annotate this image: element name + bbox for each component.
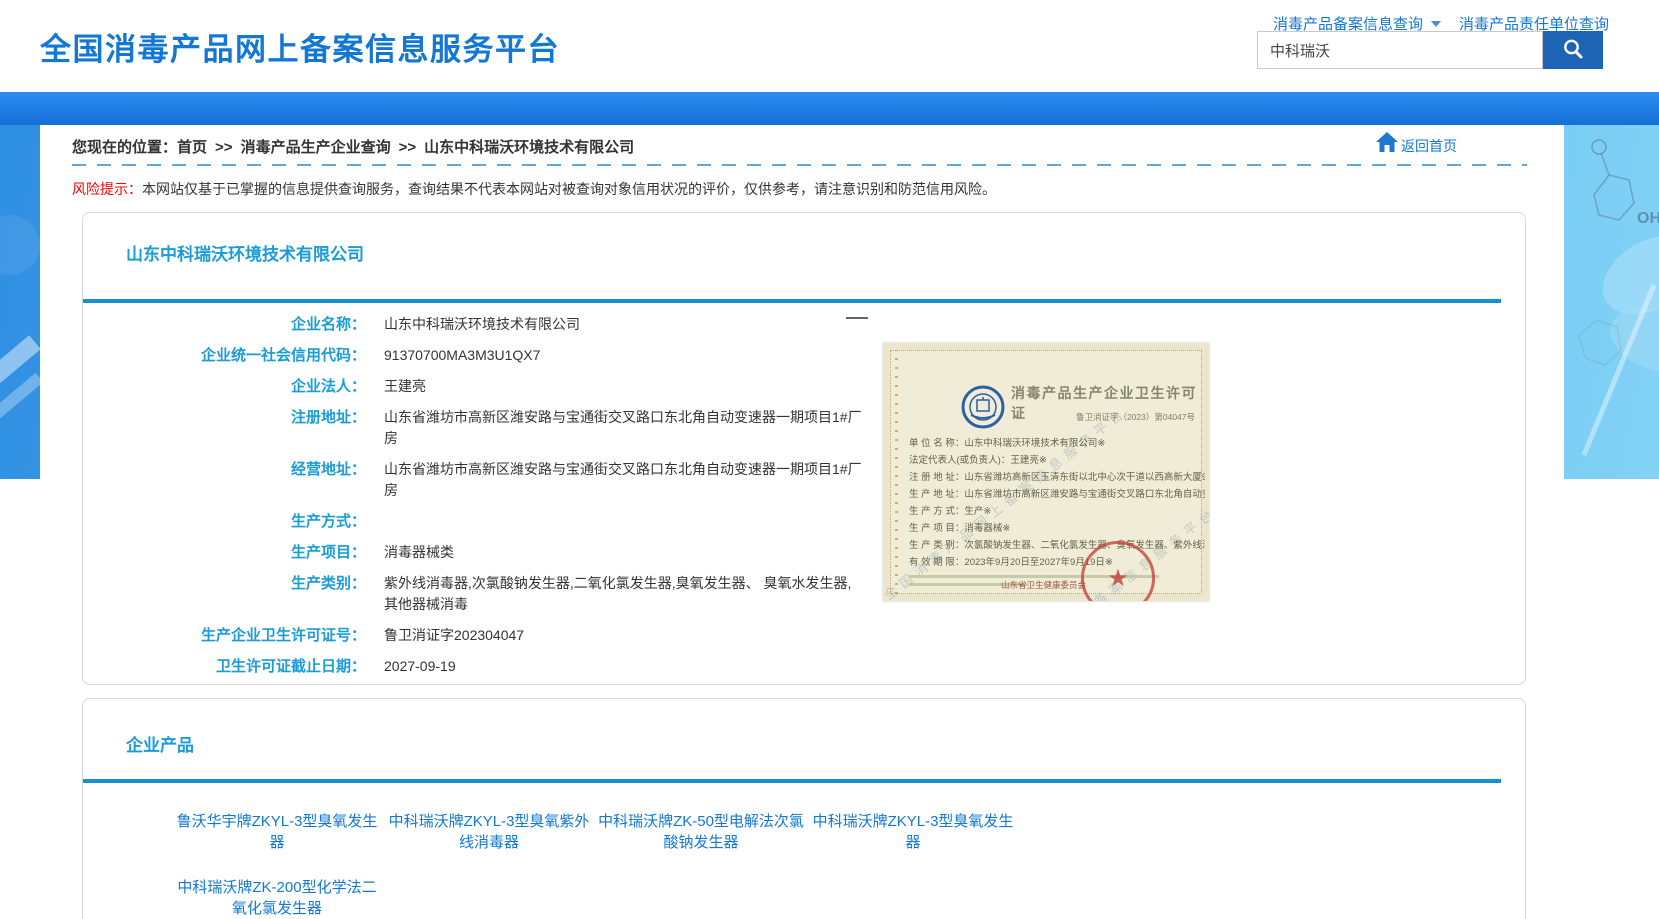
breadcrumb-current: 山东中科瑞沃环境技术有限公司: [424, 139, 634, 156]
certificate-line: 法定代表人(或负责人)：王建亮※: [909, 452, 1205, 469]
product-link[interactable]: 中科瑞沃牌ZKYL-3型臭氧紫外线消毒器: [389, 813, 590, 851]
field-label: 企业法人：: [83, 376, 366, 397]
field-value: 2027-09-19: [384, 656, 864, 677]
breadcrumb-level1-link[interactable]: 消毒产品生产企业查询: [241, 139, 391, 156]
certificate-number: 鲁卫消证字（2023）第04047号: [1076, 411, 1195, 423]
field-value: 鲁卫消证字202304047: [384, 625, 864, 646]
blue-divider: [83, 779, 1501, 783]
product-link[interactable]: 中科瑞沃牌ZK-50型电解法次氯酸钠发生器: [598, 813, 804, 851]
site-title: 全国消毒产品网上备案信息服务平台: [40, 24, 560, 69]
field-value: 山东省潍坊市高新区潍安路与宝通街交叉路口东北角自动变速器一期项目1#厂房: [384, 407, 864, 449]
field-label: 注册地址：: [83, 407, 366, 449]
field-value: 山东中科瑞沃环境技术有限公司: [384, 314, 864, 335]
scan-artifact-dash: [846, 317, 868, 319]
field-value: 紫外线消毒器,次氯酸钠发生器,二氧化氯发生器,臭氧发生器、 臭氧水发生器,其他器…: [384, 573, 864, 615]
back-home-link[interactable]: 返回首页: [1375, 131, 1457, 158]
field-value: [384, 511, 864, 532]
product-list: 鲁沃华宇牌ZKYL-3型臭氧发生器 中科瑞沃牌ZKYL-3型臭氧紫外线消毒器 中…: [171, 801, 1221, 919]
company-fields: 企业名称： 山东中科瑞沃环境技术有限公司 企业统一社会信用代码： 9137070…: [83, 309, 933, 682]
certificate-line: 单 位 名 称：山东中科瑞沃环境技术有限公司※: [909, 435, 1205, 452]
field-value: 消毒器械类: [384, 542, 864, 563]
svg-text:OH: OH: [1637, 210, 1659, 227]
company-card-title: 山东中科瑞沃环境技术有限公司: [126, 240, 364, 265]
field-label: 生产方式：: [83, 511, 366, 532]
product-link[interactable]: 中科瑞沃牌ZKYL-3型臭氧发生器: [813, 813, 1014, 851]
search-button[interactable]: [1543, 31, 1603, 69]
molecule-decor-graphic: OH: [1559, 125, 1659, 479]
field-label: 经营地址：: [83, 459, 366, 501]
chevron-down-icon[interactable]: [1431, 21, 1441, 27]
field-label: 生产项目：: [83, 542, 366, 563]
company-field-row: 经营地址： 山东省潍坊市高新区潍安路与宝通街交叉路口东北角自动变速器一期项目1#…: [83, 454, 933, 506]
breadcrumb-prefix: 您现在的位置：: [72, 139, 177, 156]
product-list-item: 中科瑞沃牌ZKYL-3型臭氧发生器: [807, 811, 1019, 853]
dashed-divider: [72, 164, 1527, 166]
certificate-text-lines: 单 位 名 称：山东中科瑞沃环境技术有限公司※ 法定代表人(或负责人)：王建亮※…: [909, 435, 1205, 571]
certificate-line: 生 产 方 式：生产※: [909, 503, 1205, 520]
field-label: 企业名称：: [83, 314, 366, 335]
product-list-item: 中科瑞沃牌ZKYL-3型臭氧紫外线消毒器: [383, 811, 595, 853]
product-link[interactable]: 鲁沃华宇牌ZKYL-3型臭氧发生器: [177, 813, 378, 851]
header-band: [0, 92, 1659, 125]
certificate-border-pattern: [895, 350, 898, 594]
search-input[interactable]: [1257, 31, 1543, 69]
company-field-row: 企业法人： 王建亮: [83, 371, 933, 402]
search-box: [1257, 31, 1603, 69]
field-label: 企业统一社会信用代码：: [83, 345, 366, 366]
home-icon: [1375, 131, 1399, 158]
certificate-line: 生 产 类 别：次氯酸钠发生器、二氧化氯发生器、臭氧发生器、紫外线消毒器※: [909, 537, 1205, 554]
risk-text: 本网站仅基于已掌握的信息提供查询服务，查询结果不代表本网站对被查询对象信用状况的…: [142, 181, 996, 197]
company-field-row: 生产方式：: [83, 506, 933, 537]
certificate-line: 生 产 地 址：山东省潍坊市高新区潍安路与宝通街交叉路口东北角自动变速器一期项目…: [909, 486, 1205, 503]
field-label: 生产企业卫生许可证号：: [83, 625, 366, 646]
field-label: 卫生许可证截止日期：: [83, 656, 366, 677]
products-card-title: 企业产品: [126, 731, 194, 756]
company-field-row: 卫生许可证截止日期： 2027-09-19: [83, 651, 933, 682]
products-card: 企业产品 鲁沃华宇牌ZKYL-3型臭氧发生器 中科瑞沃牌ZKYL-3型臭氧紫外线…: [82, 698, 1526, 919]
breadcrumb: 您现在的位置：首页 >> 消毒产品生产企业查询 >> 山东中科瑞沃环境技术有限公司: [72, 136, 634, 157]
risk-label: 风险提示：: [72, 181, 142, 197]
field-value: 王建亮: [384, 376, 864, 397]
product-link[interactable]: 中科瑞沃牌ZK-200型化学法二氧化氯发生器: [177, 879, 376, 917]
certificate-emblem-icon: [961, 385, 1005, 434]
risk-notice: 风险提示：本网站仅基于已掌握的信息提供查询服务，查询结果不代表本网站对被查询对象…: [72, 179, 1472, 199]
breadcrumb-separator: >>: [399, 139, 417, 156]
breadcrumb-separator: >>: [215, 139, 233, 156]
product-list-item: 鲁沃华宇牌ZKYL-3型臭氧发生器: [171, 811, 383, 853]
back-home-label: 返回首页: [1401, 136, 1457, 158]
content-wrapper: 您现在的位置：首页 >> 消毒产品生产企业查询 >> 山东中科瑞沃环境技术有限公司 返回…: [40, 125, 1564, 919]
breadcrumb-home-link[interactable]: 首页: [177, 139, 207, 156]
company-field-row: 注册地址： 山东省潍坊市高新区潍安路与宝通街交叉路口东北角自动变速器一期项目1#…: [83, 402, 933, 454]
company-info-card: 山东中科瑞沃环境技术有限公司 企业名称： 山东中科瑞沃环境技术有限公司 企业统一…: [82, 212, 1526, 685]
field-value: 山东省潍坊市高新区潍安路与宝通街交叉路口东北角自动变速器一期项目1#厂房: [384, 459, 864, 501]
certificate-line: 注 册 地 址：山东省潍坊高新区玉清东街以北中心次干道以西高新大厦902号科研楼: [909, 469, 1205, 486]
field-value: 91370700MA3M3U1QX7: [384, 345, 864, 366]
company-field-row: 企业名称： 山东中科瑞沃环境技术有限公司: [83, 309, 933, 340]
left-decor-graphic: [0, 125, 45, 479]
blue-divider: [83, 299, 1501, 303]
company-field-row: 生产类别： 紫外线消毒器,次氯酸钠发生器,二氧化氯发生器,臭氧发生器、 臭氧水发…: [83, 568, 933, 620]
company-field-row: 生产企业卫生许可证号： 鲁卫消证字202304047: [83, 620, 933, 651]
field-label: 生产类别：: [83, 573, 366, 615]
certificate-line: 有 效 期 限：2023年9月20日至2027年9月19日※: [909, 554, 1205, 571]
license-certificate-image: 全国消毒产品网上备案信息服务平台 全国消毒产品网上备案信息服务平台 消毒产品生产…: [883, 343, 1209, 601]
company-field-row: 企业统一社会信用代码： 91370700MA3M3U1QX7: [83, 340, 933, 371]
company-field-row: 生产项目： 消毒器械类: [83, 537, 933, 568]
search-icon: [1561, 37, 1585, 64]
product-list-item: 中科瑞沃牌ZK-50型电解法次氯酸钠发生器: [595, 811, 807, 853]
certificate-issuer: 山东省卫生健康委员会: [1001, 579, 1086, 591]
page-root: 全国消毒产品网上备案信息服务平台 消毒产品备案信息查询 消毒产品责任单位查询: [0, 0, 1659, 919]
product-list-item: 中科瑞沃牌ZK-200型化学法二氧化氯发生器: [171, 877, 383, 919]
certificate-line: 生 产 项 目：消毒器械※: [909, 520, 1205, 537]
